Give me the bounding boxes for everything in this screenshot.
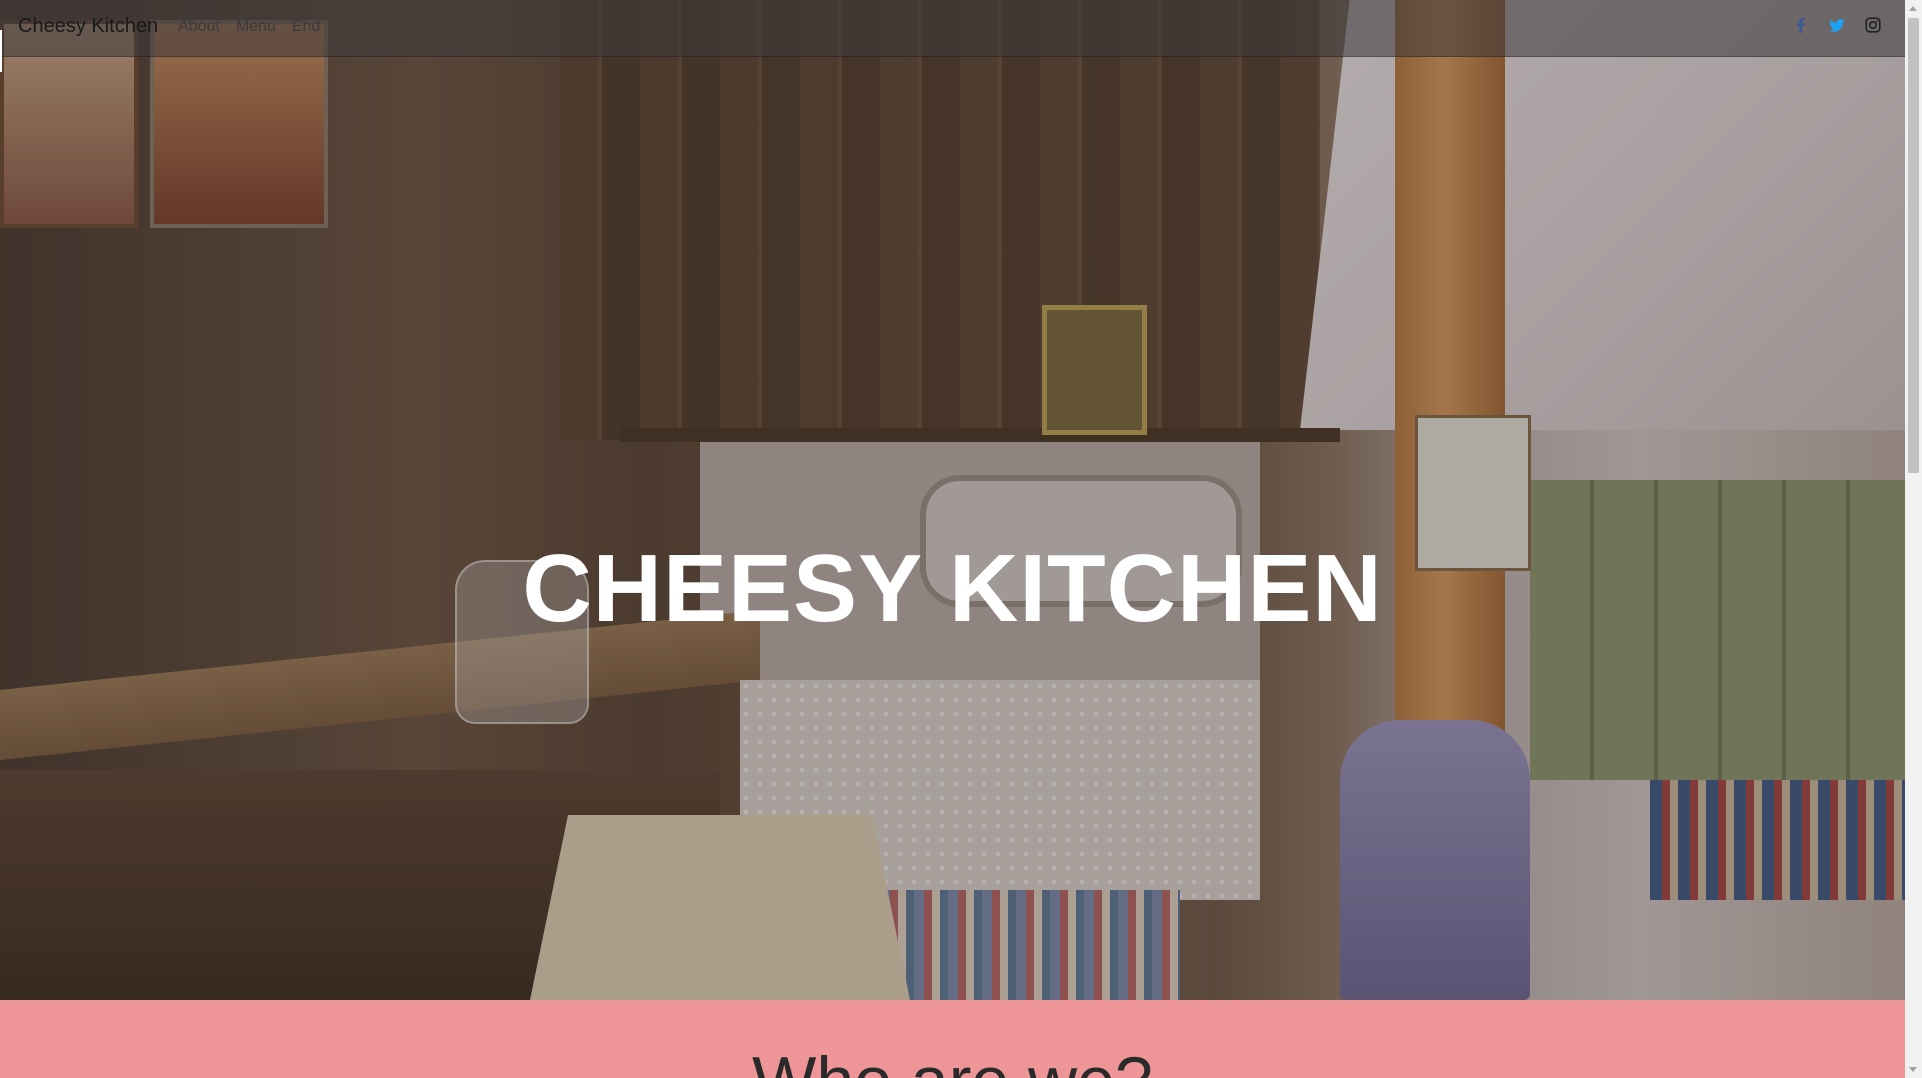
brand-link[interactable]: Cheesy Kitchen — [18, 15, 158, 38]
hero-title: CHEESY KITCHEN — [522, 535, 1383, 643]
nav-link-end[interactable]: End — [292, 18, 320, 36]
page-viewport: CHEESY KITCHEN Cheesy Kitchen About Menu… — [0, 0, 1905, 1078]
nav-link-about[interactable]: About — [178, 18, 220, 36]
scroll-up-arrow-icon[interactable] — [1909, 6, 1917, 11]
about-section: Who are we? — [0, 1000, 1905, 1078]
facebook-icon[interactable] — [1793, 17, 1809, 33]
social-links — [1793, 17, 1881, 33]
nav-link-menu[interactable]: Menu — [236, 18, 276, 36]
twitter-icon[interactable] — [1829, 17, 1845, 33]
nav-links: About Menu End — [178, 18, 320, 36]
top-navbar: Cheesy Kitchen About Menu End — [0, 0, 1905, 57]
scroll-down-arrow-icon[interactable] — [1909, 1067, 1917, 1072]
left-edge-mark — [0, 30, 2, 72]
about-heading: Who are we? — [0, 1042, 1905, 1078]
instagram-icon[interactable] — [1865, 17, 1881, 33]
vertical-scrollbar[interactable] — [1905, 0, 1922, 1078]
hero-section: CHEESY KITCHEN — [0, 0, 1905, 1000]
scrollbar-thumb[interactable] — [1908, 18, 1919, 473]
